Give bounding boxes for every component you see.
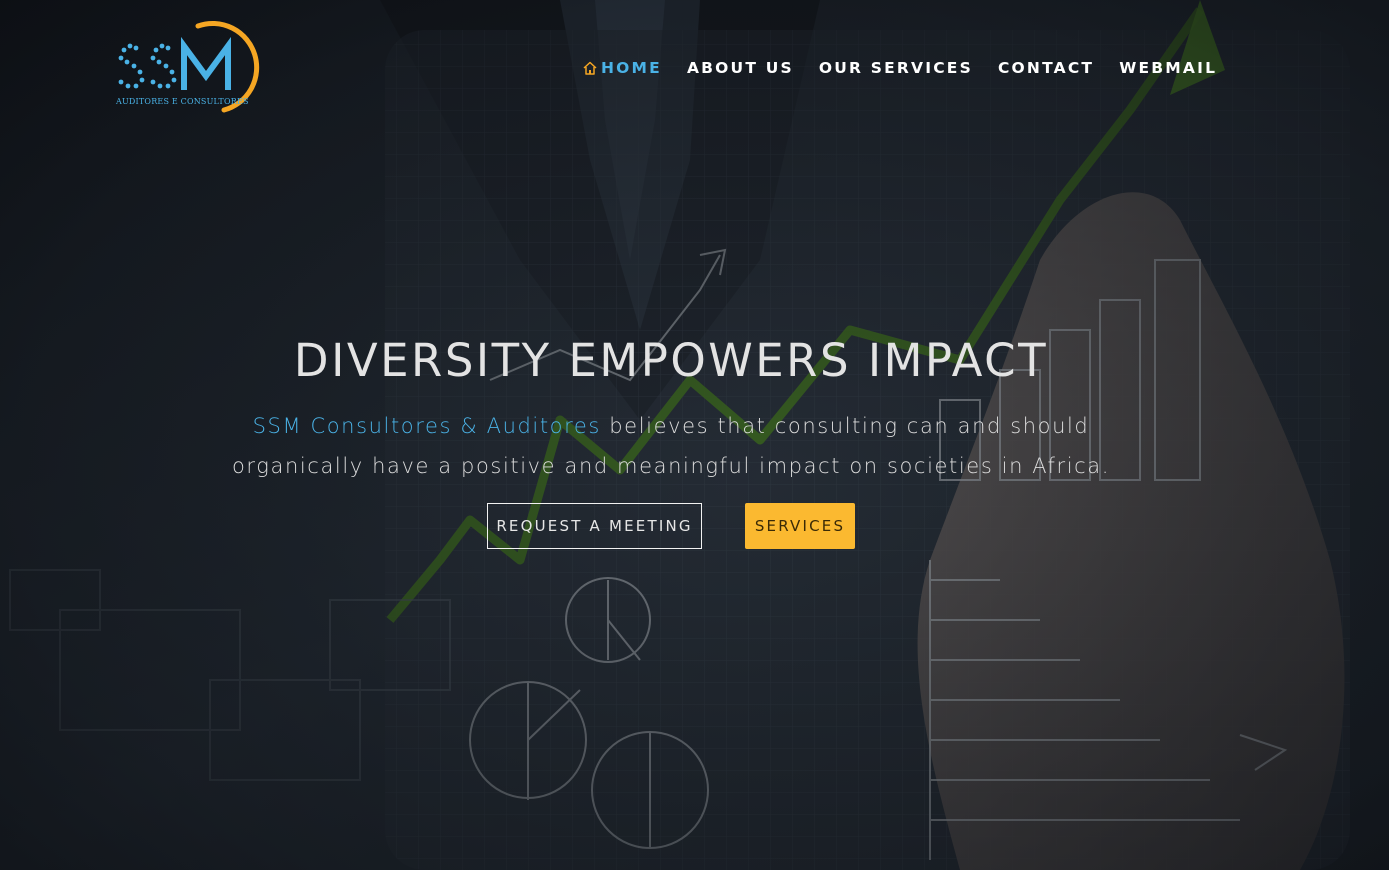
services-button[interactable]: SERVICES	[745, 503, 855, 549]
nav-item-home-label: HOME	[601, 59, 662, 77]
request-meeting-button[interactable]: REQUEST A MEETING	[487, 503, 702, 549]
hero-tagline: SSM Consultores & Auditores believes tha…	[221, 406, 1121, 486]
hero-button-row: REQUEST A MEETING SERVICES	[0, 503, 1342, 549]
nav-item-webmail[interactable]: WEBMAIL	[1119, 59, 1217, 77]
hero-headline: DIVERSITY EMPOWERS IMPACT	[293, 334, 1049, 387]
logo-subtitle-text: AUDITORES E CONSULTORES	[115, 97, 249, 106]
nav-item-our-services[interactable]: OUR SERVICES	[819, 59, 973, 77]
nav-item-about-us[interactable]: ABOUT US	[687, 59, 794, 77]
nav-item-contact-label: CONTACT	[997, 59, 1095, 77]
ssm-logo[interactable]: AUDITORES E CONSULTORES	[112, 20, 270, 116]
nav-item-our-services-label: OUR SERVICES	[818, 59, 973, 77]
hero-section: DIVERSITY EMPOWERS IMPACT SSM Consultore…	[0, 330, 1342, 486]
hero-tagline-brand: SSM Consultores & Auditores	[252, 414, 601, 438]
home-icon	[583, 61, 597, 75]
nav-item-webmail-label: WEBMAIL	[1119, 59, 1218, 77]
nav-item-home[interactable]: HOME	[582, 59, 662, 77]
main-navigation: HOME ABOUT US OUR SERVICES CONTACT WEBMA…	[582, 57, 1217, 79]
nav-item-contact[interactable]: CONTACT	[998, 59, 1094, 77]
nav-item-about-us-label: ABOUT US	[686, 59, 794, 77]
